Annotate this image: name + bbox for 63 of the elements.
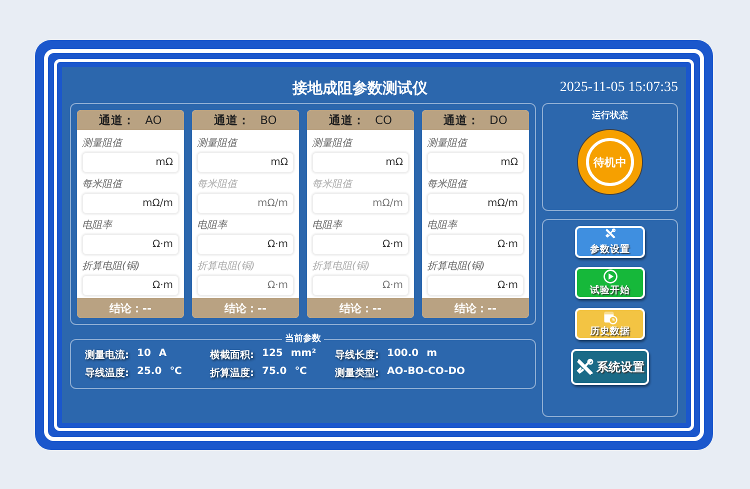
param-value: AO-BO-CO-DO [387,366,466,379]
datetime: 2025-11-05 15:07:35 [560,80,678,96]
field-label: 电阻率 [312,218,344,232]
param-label: 测量类型: [335,366,379,380]
params-title: 当前参数 [282,332,324,345]
value-field[interactable]: Ω·m [82,275,179,296]
channel-name: AO [145,113,162,127]
value-field[interactable]: mΩ/m [427,193,524,214]
value-field[interactable]: Ω·m [427,234,524,255]
param-label: 导线长度: [335,348,379,362]
param-unit: ℃ [170,366,182,379]
param-unit: ℃ [294,366,307,379]
value-field[interactable]: Ω·m [312,234,409,255]
channel-name: CO [374,113,392,127]
system-button[interactable]: 系统设置 [571,349,649,385]
status-title: 运行状态 [592,109,628,122]
conclusion-bar: 结论：-- [422,298,529,318]
field-label: 测量阻值 [312,136,354,150]
field-label: 每米阻值 [427,178,469,191]
field-label: 每米阻值 [312,178,354,191]
param-value: 25.0 [137,366,162,379]
param-label: 测量电流: [85,348,129,362]
field-label: 测量阻值 [427,136,469,150]
value-field[interactable]: Ω·m [197,234,294,255]
param-unit: A [158,348,167,361]
param-label: 横截面积: [210,348,254,362]
field-label: 折算电阻(铜) [312,260,371,273]
field-label: 电阻率 [82,218,114,232]
field-label: 测量阻值 [82,136,124,150]
field-label: 每米阻值 [197,178,239,191]
value-field[interactable]: Ω·m [82,234,179,255]
status-text: 待机中 [586,138,634,186]
field-label: 每米阻值 [82,178,124,191]
param-label: 导线温度: [85,366,129,380]
field-label: 电阻率 [427,218,459,232]
conclusion-bar: 结论：-- [192,298,299,318]
conclusion-bar: 结论：-- [77,298,184,318]
field-label: 折算电阻(铜) [197,260,256,273]
param-value: 100.0 [387,348,419,361]
param-value: 75.0 [262,366,287,379]
conclusion-bar: 结论：-- [307,298,414,318]
channel-label: 通道： [444,112,480,128]
field-label: 折算电阻(铜) [82,260,141,273]
value-field[interactable]: Ω·m [427,275,524,296]
param-value: 125 [262,348,283,361]
field-label: 折算电阻(铜) [427,260,486,273]
value-field[interactable]: mΩ [197,152,294,173]
value-field[interactable]: mΩ [82,152,179,173]
channel-label: 通道： [328,112,365,128]
value-field[interactable]: mΩ [312,152,409,173]
param-value: 10 [137,348,151,361]
param-unit: m [426,348,438,361]
value-field[interactable]: mΩ/m [82,193,179,214]
app-title: 接地成阻参数测试仪 [291,78,428,98]
channel-name: BO [260,113,277,127]
field-label: 测量阻值 [197,136,239,150]
value-field[interactable]: mΩ [427,152,524,173]
channel-name: DO [490,113,508,127]
field-label: 电阻率 [197,218,229,232]
channel-label: 通道： [99,112,136,128]
param-label: 折算温度: [210,366,254,380]
param-unit: mm² [290,348,316,361]
channel-label: 通道： [214,112,250,128]
